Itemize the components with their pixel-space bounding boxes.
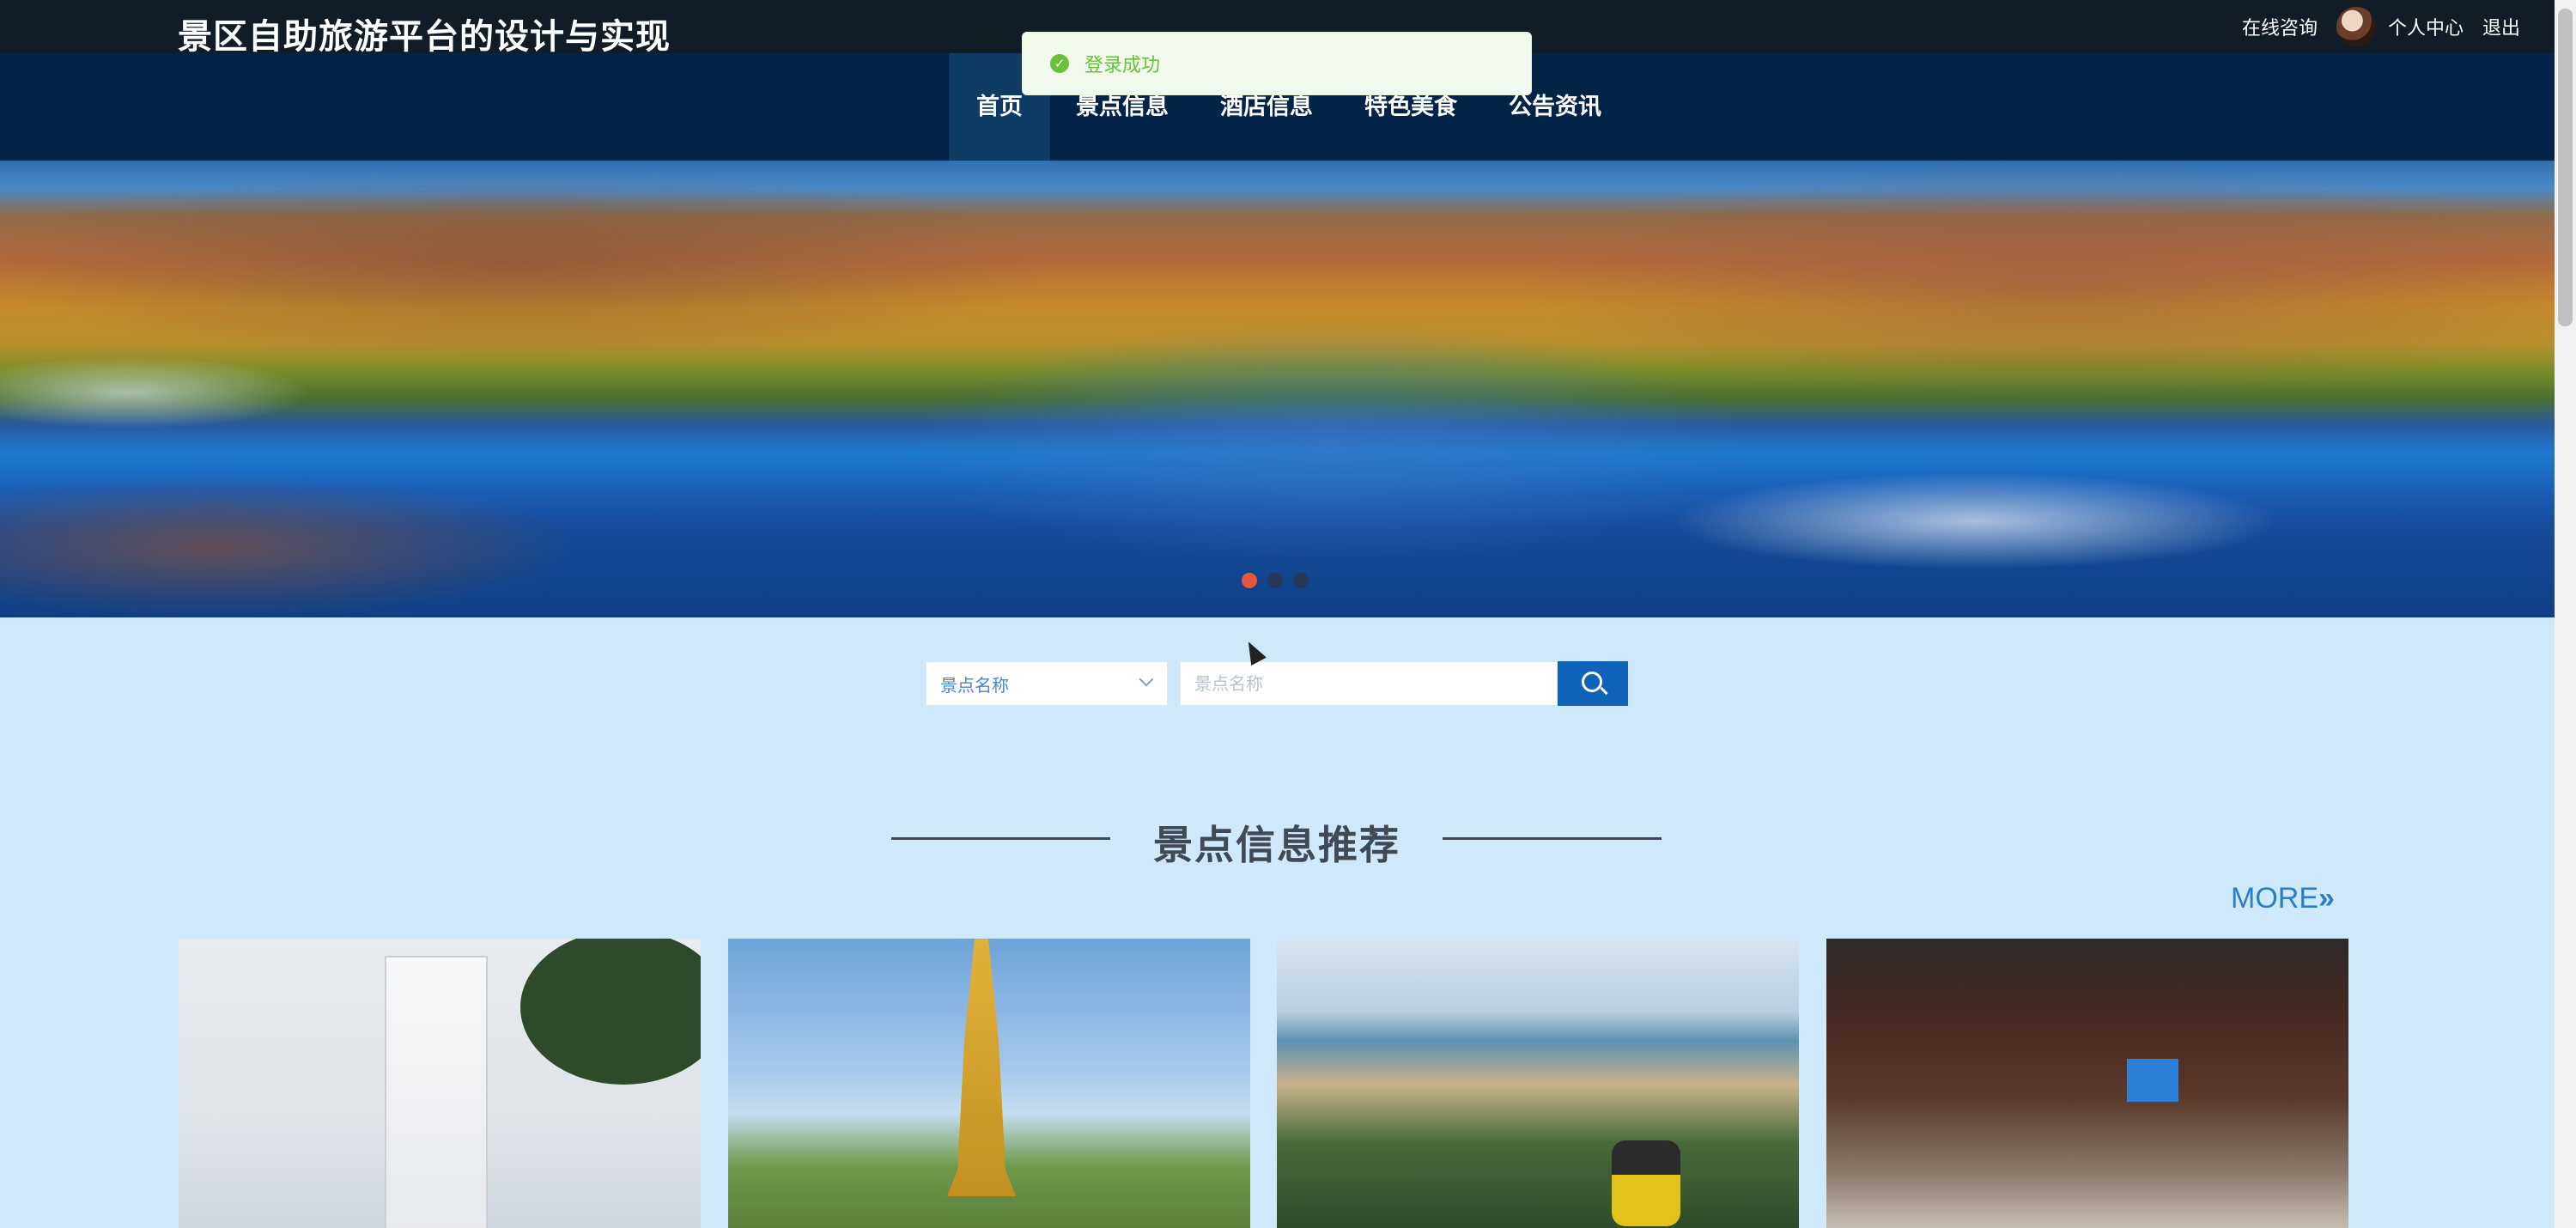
check-circle-icon: ✓: [1050, 54, 1069, 73]
search-field-select[interactable]: 景点名称: [926, 661, 1168, 706]
church-tower-image: [385, 956, 488, 1228]
carousel-dot[interactable]: [1293, 573, 1309, 588]
page-scrollbar[interactable]: [2555, 0, 2576, 1228]
top-links: 在线咨询 个人中心 退出: [2242, 0, 2520, 53]
search-select-value: 景点名称: [940, 674, 1009, 696]
title-divider-left: [891, 837, 1110, 840]
search-input[interactable]: [1180, 661, 1558, 706]
toast-message: 登录成功: [1084, 55, 1161, 76]
golden-statue-image: [947, 939, 1016, 1196]
site-title: 景区自助旅游平台的设计与实现: [178, 17, 671, 57]
search-icon: [1582, 672, 1602, 692]
more-link[interactable]: MORE»: [2231, 882, 2335, 915]
success-toast: ✓ 登录成功: [1022, 32, 1532, 95]
attraction-card[interactable]: [179, 939, 701, 1228]
carousel-indicators: [1242, 573, 1309, 588]
profile-link[interactable]: 个人中心: [2388, 13, 2464, 40]
attraction-card[interactable]: [1277, 939, 1799, 1228]
carousel-dot[interactable]: [1267, 573, 1283, 588]
attraction-card[interactable]: [1826, 939, 2348, 1228]
online-consult-link[interactable]: 在线咨询: [2242, 13, 2318, 40]
logout-link[interactable]: 退出: [2482, 13, 2520, 40]
avatar[interactable]: [2336, 7, 2376, 46]
carousel-dot[interactable]: [1242, 573, 1257, 588]
scenic-gate-image: [2127, 1059, 2178, 1102]
double-chevron-right-icon: »: [2318, 882, 2335, 915]
attraction-card[interactable]: [728, 939, 1250, 1228]
hero-banner-carousel[interactable]: [0, 161, 2555, 617]
user-menu[interactable]: 个人中心: [2336, 7, 2464, 46]
chevron-down-icon: [1139, 672, 1154, 687]
search-button[interactable]: [1558, 661, 1628, 706]
scroll-thumb[interactable]: [2558, 9, 2573, 326]
title-divider-right: [1443, 837, 1662, 840]
cable-car-image: [1612, 1140, 1680, 1226]
section-title: 景点信息推荐: [1153, 822, 1400, 868]
